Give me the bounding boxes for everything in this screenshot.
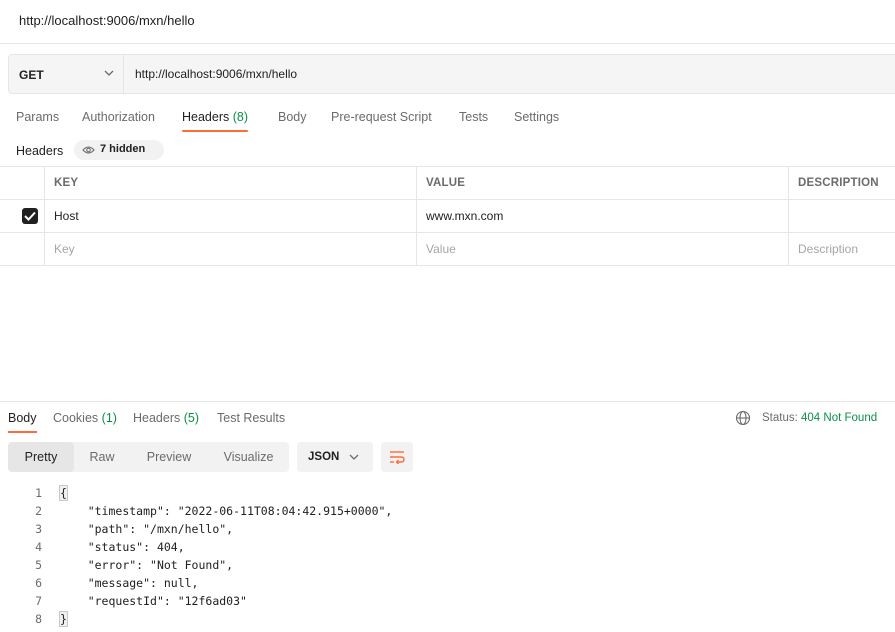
format-label: JSON — [308, 451, 340, 463]
tab-pre-request-script[interactable]: Pre-request Script — [331, 110, 432, 124]
close-brace: } — [59, 611, 68, 627]
tab-authorization[interactable]: Authorization — [82, 110, 155, 124]
view-preview-button[interactable]: Preview — [130, 442, 208, 472]
active-tab-indicator — [8, 431, 37, 433]
headers-table: KEY VALUE DESCRIPTION Host www.mxn.com K… — [0, 166, 895, 266]
code-line-text: "requestId": "12f6ad03" — [87, 594, 247, 608]
hidden-count-label: 7 hidden — [100, 143, 146, 155]
status-code: 404 — [801, 412, 821, 424]
chevron-down-icon — [104, 70, 114, 76]
tab-headers[interactable]: Headers (8) — [182, 110, 249, 132]
response-status: Status: 404 Not Found — [762, 412, 878, 424]
tab-params[interactable]: Params — [16, 110, 59, 124]
code-line: 2 "timestamp": "2022-06-11T08:04:42.915+… — [35, 504, 393, 518]
column-key: KEY — [45, 167, 417, 199]
eye-icon — [82, 146, 95, 154]
chevron-down-icon — [349, 454, 359, 460]
headers-label: Headers — [16, 144, 64, 158]
view-raw-button[interactable]: Raw — [74, 442, 130, 472]
response-tab-cookies[interactable]: Cookies (1) — [53, 411, 117, 425]
table-header-row: KEY VALUE DESCRIPTION — [0, 167, 895, 200]
code-line-text: "error": "Not Found", — [87, 558, 234, 572]
table-row-new: Key Value Description — [0, 233, 895, 266]
new-description-input[interactable]: Description — [789, 233, 895, 265]
code-line-text: "status": 404, — [87, 540, 185, 554]
code-line: 3 "path": "/mxn/hello", — [35, 522, 234, 536]
format-select[interactable]: JSON — [297, 442, 373, 472]
response-body[interactable]: 1 { 2 "timestamp": "2022-06-11T08:04:42.… — [0, 484, 895, 628]
method-select[interactable]: GET — [9, 55, 124, 93]
code-line: 5 "error": "Not Found", — [35, 558, 234, 572]
tab-settings[interactable]: Settings — [514, 110, 559, 124]
response-tab-test-results[interactable]: Test Results — [217, 411, 285, 425]
request-tabs: Params Authorization Headers (8) Body Pr… — [0, 108, 895, 134]
tab-body[interactable]: Body — [278, 110, 307, 124]
code-line-text: "path": "/mxn/hello", — [87, 522, 234, 536]
code-line: 1 { — [35, 485, 68, 501]
view-mode-selector: Pretty Raw Preview Visualize — [8, 442, 289, 472]
response-tab-body[interactable]: Body — [8, 411, 37, 433]
url-bar: GET http://localhost:9006/mxn/hello — [8, 54, 895, 94]
request-title: http://localhost:9006/mxn/hello — [19, 13, 195, 28]
view-visualize-button[interactable]: Visualize — [208, 442, 289, 472]
response-tabs: Body Cookies (1) Headers (5) Test Result… — [0, 411, 895, 437]
new-value-input[interactable]: Value — [417, 233, 789, 265]
column-description: DESCRIPTION — [798, 177, 879, 189]
request-title-bar: http://localhost:9006/mxn/hello — [0, 0, 895, 44]
new-key-input[interactable]: Key — [45, 233, 417, 265]
response-divider[interactable] — [0, 401, 895, 402]
header-description-cell[interactable] — [789, 200, 895, 232]
url-input[interactable]: http://localhost:9006/mxn/hello — [135, 67, 297, 81]
header-value-cell[interactable]: www.mxn.com — [417, 200, 789, 232]
hidden-headers-toggle[interactable]: 7 hidden — [74, 140, 164, 160]
wrap-lines-icon — [390, 451, 405, 464]
code-line: 4 "status": 404, — [35, 540, 185, 554]
code-line-text: "message": null, — [87, 576, 199, 590]
status-text: Not Found — [823, 412, 878, 424]
open-brace: { — [59, 485, 68, 501]
code-line-text: "timestamp": "2022-06-11T08:04:42.915+00… — [87, 504, 393, 518]
headers-count: (8) — [232, 110, 249, 124]
row-enabled-checkbox[interactable] — [22, 208, 38, 224]
tab-tests[interactable]: Tests — [459, 110, 488, 124]
globe-icon[interactable] — [735, 410, 751, 426]
table-row: Host www.mxn.com — [0, 200, 895, 233]
wrap-lines-button[interactable] — [381, 442, 413, 472]
check-icon — [24, 211, 36, 221]
active-tab-indicator — [182, 130, 249, 132]
response-tab-headers[interactable]: Headers (5) — [133, 411, 199, 425]
header-key-cell[interactable]: Host — [45, 200, 417, 232]
view-pretty-button[interactable]: Pretty — [8, 442, 74, 472]
code-line: 6 "message": null, — [35, 576, 199, 590]
method-label: GET — [19, 68, 44, 82]
code-line: 8 } — [35, 611, 68, 627]
code-line: 7 "requestId": "12f6ad03" — [35, 594, 247, 608]
column-value: VALUE — [417, 167, 789, 199]
